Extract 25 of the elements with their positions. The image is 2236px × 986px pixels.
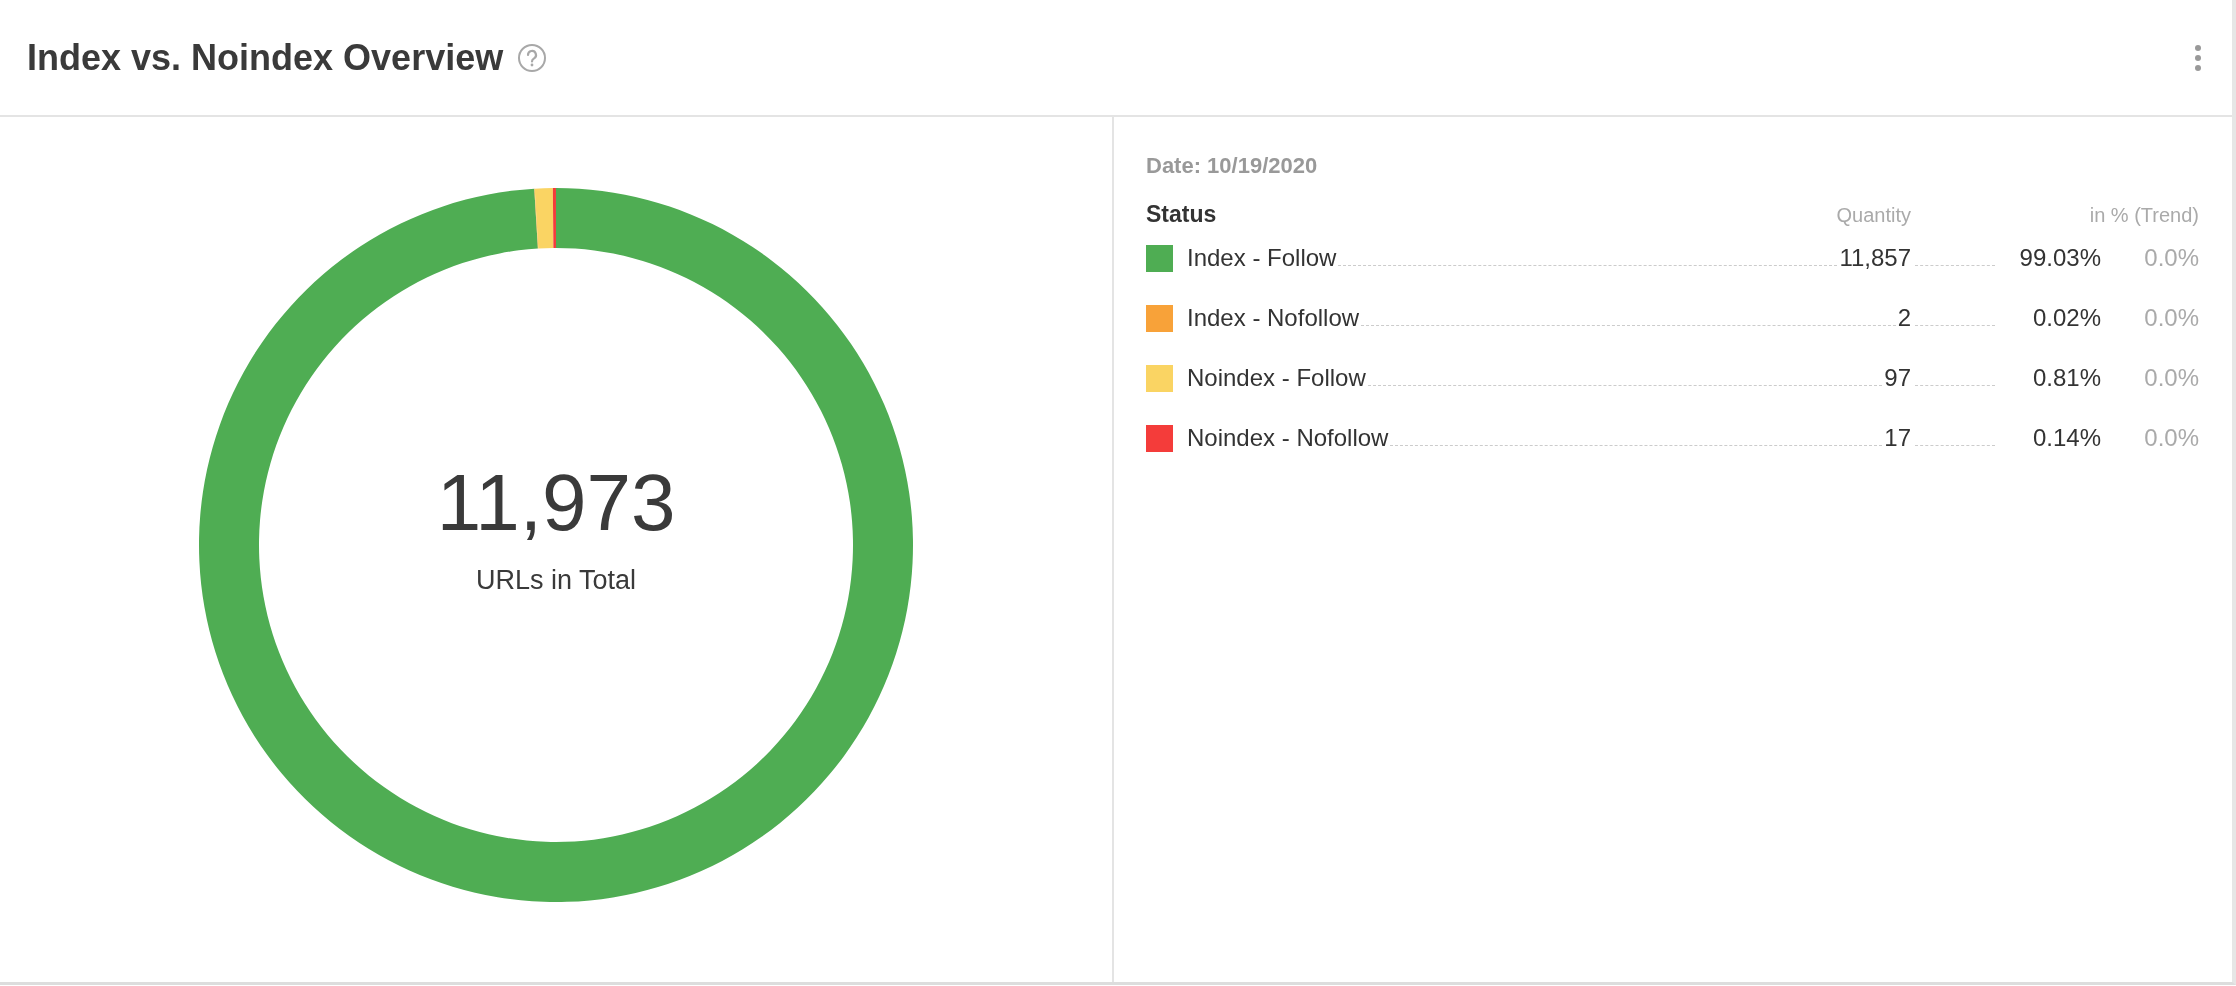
widget-title: Index vs. Noindex Overview: [27, 36, 504, 79]
quantity-value: 97: [1884, 363, 1911, 393]
percent-value: 0.81%: [2031, 363, 2101, 393]
column-header: in % (Trend): [2088, 204, 2199, 227]
date-label: Date: 10/19/2020: [1146, 153, 1319, 179]
total-label: URLs in Total: [475, 564, 637, 596]
quantity-value: 2: [1897, 303, 1911, 333]
percent-value: 0.02%: [2031, 303, 2101, 333]
column-header: Quantity: [1836, 204, 1911, 227]
column-header: Status: [1146, 201, 1218, 228]
help-icon[interactable]: [517, 42, 548, 73]
percent-value: 99.03%: [2018, 243, 2101, 273]
status-label: Noindex - Nofollow: [1187, 423, 1389, 453]
quantity-value: 17: [1884, 423, 1911, 453]
quantity-value: 11,857: [1839, 243, 1911, 273]
trend-value: 0.0%: [2143, 363, 2199, 393]
trend-value: 0.0%: [2143, 243, 2199, 273]
trend-value: 0.0%: [2143, 303, 2199, 333]
more-options-icon[interactable]: [2194, 43, 2202, 72]
status-label: Noindex - Follow: [1187, 363, 1366, 393]
percent-value: 0.14%: [2031, 423, 2101, 453]
status-label: Index - Nofollow: [1187, 303, 1360, 333]
trend-value: 0.0%: [2143, 423, 2199, 453]
total-count: 11,973: [436, 456, 676, 549]
status-label: Index - Follow: [1187, 243, 1337, 273]
